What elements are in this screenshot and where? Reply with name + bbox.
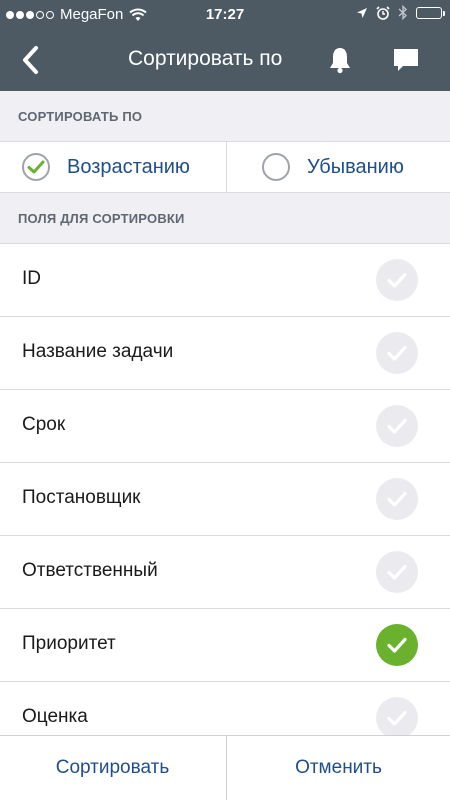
battery-icon — [416, 6, 445, 19]
option-ascending-label: Возрастанию — [67, 155, 190, 178]
chat-bubble-icon[interactable] — [390, 44, 422, 76]
list-item[interactable]: Название задачи — [0, 317, 450, 390]
checkmark-icon[interactable] — [376, 259, 418, 301]
option-ascending[interactable]: Возрастанию — [22, 142, 190, 192]
checkmark-icon — [27, 160, 45, 174]
list-item[interactable]: Приоритет — [0, 609, 450, 682]
radio-descending[interactable] — [262, 153, 290, 181]
bell-icon[interactable] — [324, 44, 356, 76]
top-bar: MegaFon 17:27 Сортировать по — [0, 0, 450, 91]
back-chevron-icon[interactable] — [16, 44, 48, 76]
checkmark-icon[interactable] — [376, 332, 418, 374]
navigation-bar: Сортировать по — [0, 30, 450, 91]
list-item-label: Оценка — [22, 706, 88, 727]
alarm-clock-icon — [376, 5, 390, 20]
sort-button[interactable]: Сортировать — [0, 736, 225, 800]
list-item[interactable]: Ответственный — [0, 536, 450, 609]
list-item-label: ID — [22, 268, 41, 289]
list-item-label: Название задачи — [22, 341, 174, 362]
cancel-button[interactable]: Отменить — [226, 736, 450, 800]
list-item-label: Приоритет — [22, 633, 116, 654]
checkmark-icon[interactable] — [376, 551, 418, 593]
list-item[interactable]: ID — [0, 244, 450, 317]
radio-ascending[interactable] — [22, 153, 50, 181]
checkmark-icon[interactable] — [376, 478, 418, 520]
list-item-label: Срок — [22, 414, 66, 435]
page-title: Сортировать по — [128, 47, 283, 70]
sort-order-header: СОРТИРОВАТЬ ПО — [0, 91, 450, 142]
checkmark-icon[interactable] — [376, 697, 418, 739]
checkmark-icon[interactable] — [376, 624, 418, 666]
bottom-action-bar: Сортировать Отменить — [0, 735, 450, 800]
bluetooth-icon — [398, 5, 408, 20]
divider — [226, 142, 227, 192]
list-item-label: Ответственный — [22, 560, 158, 581]
option-descending-label: Убыванию — [307, 155, 404, 178]
list-item-label: Постановщик — [22, 487, 141, 508]
sort-fields-header: ПОЛЯ ДЛЯ СОРТИРОВКИ — [0, 193, 450, 244]
option-descending[interactable]: Убыванию — [262, 142, 404, 192]
status-bar: MegaFon 17:27 — [0, 0, 450, 30]
checkmark-icon[interactable] — [376, 405, 418, 447]
list-item[interactable]: Срок — [0, 390, 450, 463]
list-item[interactable]: Постановщик — [0, 463, 450, 536]
sort-order-selector: Возрастанию Убыванию — [0, 142, 450, 193]
location-arrow-icon — [357, 7, 367, 18]
